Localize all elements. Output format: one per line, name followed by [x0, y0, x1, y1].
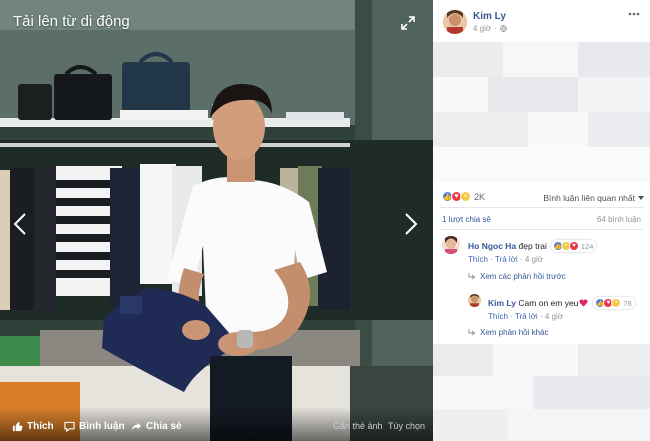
divider	[440, 229, 643, 230]
view-more-replies[interactable]: Xem phản hồi khác	[468, 328, 549, 337]
comment-like-link[interactable]: Thích	[488, 312, 508, 321]
divider	[440, 207, 643, 208]
author-avatar[interactable]	[443, 10, 467, 34]
comment-sort-select[interactable]: Bình luận liên quan nhất	[543, 193, 644, 203]
thumbs-up-icon	[12, 421, 23, 432]
photo	[0, 0, 433, 441]
next-photo-button[interactable]	[403, 212, 419, 236]
comment-text: Cam on em yeu	[518, 298, 579, 308]
heart-icon	[579, 299, 588, 307]
tag-photo-link[interactable]: Gắn thẻ ảnh	[333, 421, 383, 431]
speech-bubble-icon	[64, 421, 75, 432]
view-more-replies-label: Xem phản hồi khác	[480, 328, 549, 337]
post-time-text[interactable]: 4 giờ	[473, 24, 491, 33]
reply-arrow-icon	[468, 329, 476, 336]
comment-meta: Thích · Trả lời · 4 giờ	[468, 255, 543, 264]
comment-meta: Thích · Trả lời · 4 giờ	[488, 312, 563, 321]
commenter-avatar[interactable]	[468, 294, 481, 307]
post-author[interactable]: Kim Ly	[473, 11, 506, 22]
comment-time[interactable]: 4 giờ	[545, 312, 563, 321]
viewer-action-bar: Thích Bình luận Chia sẻ Gắn thẻ ảnh Tùy …	[0, 407, 433, 441]
comment-reply-link[interactable]: Trả lời	[515, 312, 538, 321]
comment-reactions[interactable]: 👍 • ♥ 124	[550, 240, 597, 252]
options-link[interactable]: Tùy chọn	[388, 421, 425, 431]
comment-reactions[interactable]: 👍 ♥ • 76	[593, 297, 635, 309]
commenter-name[interactable]: Ho Ngoc Ha	[468, 241, 516, 251]
reaction-summary[interactable]: 👍 ♥ • 2K	[442, 191, 485, 202]
haha-reaction-icon: •	[611, 298, 622, 308]
comment-text-row: Ho Ngoc Ha đẹp trai 👍 • ♥ 124	[468, 240, 597, 252]
share-label: Chia sẻ	[146, 421, 182, 432]
comment-like-link[interactable]: Thích	[468, 255, 488, 264]
blurred-caption	[433, 42, 650, 182]
like-button[interactable]: Thích	[12, 421, 54, 432]
expand-icon[interactable]	[401, 16, 415, 30]
reply-arrow-icon	[468, 273, 476, 280]
share-arrow-icon	[131, 422, 142, 431]
post-panel: Kim Ly 4 giờ · 👍 ♥ • 2K Bình luận liên q…	[433, 0, 650, 441]
commenter-name[interactable]: Kim Ly	[488, 298, 516, 308]
like-label: Thích	[27, 421, 54, 432]
view-previous-replies-label: Xem các phản hồi trước	[480, 272, 566, 281]
share-button[interactable]: Chia sẻ	[131, 421, 182, 432]
view-previous-replies[interactable]: Xem các phản hồi trước	[468, 272, 566, 281]
comment-count[interactable]: 64 bình luận	[597, 215, 641, 224]
globe-icon	[499, 25, 507, 32]
love-reaction-icon: ♥	[568, 241, 579, 251]
wow-reaction-icon: •	[460, 191, 471, 202]
comment-text: đẹp trai	[518, 241, 547, 251]
reply-text-row: Kim Ly Cam on em yeu 👍 ♥ • 76	[488, 297, 635, 309]
blurred-comments	[433, 344, 650, 441]
comment-time[interactable]: 4 giờ	[525, 255, 543, 264]
photo-viewer[interactable]: Tải lên từ di động Thích Bình luận Chia …	[0, 0, 433, 441]
commenter-avatar[interactable]	[442, 236, 460, 254]
comment-label: Bình luận	[79, 421, 125, 432]
comment-reaction-count: 124	[580, 241, 594, 251]
sort-label: Bình luận liên quan nhất	[543, 193, 635, 203]
comment-reply-link[interactable]: Trả lời	[495, 255, 518, 264]
share-count[interactable]: 1 lượt chia sẻ	[442, 215, 491, 224]
comment-reaction-count: 76	[623, 298, 632, 308]
reaction-count: 2K	[474, 191, 486, 202]
viewer-title: Tải lên từ di động	[13, 13, 130, 30]
more-options-icon[interactable]	[628, 10, 640, 18]
previous-photo-button[interactable]	[12, 212, 28, 236]
chevron-down-icon	[638, 196, 644, 200]
post-time: 4 giờ ·	[473, 24, 507, 33]
comment-button[interactable]: Bình luận	[64, 421, 125, 432]
